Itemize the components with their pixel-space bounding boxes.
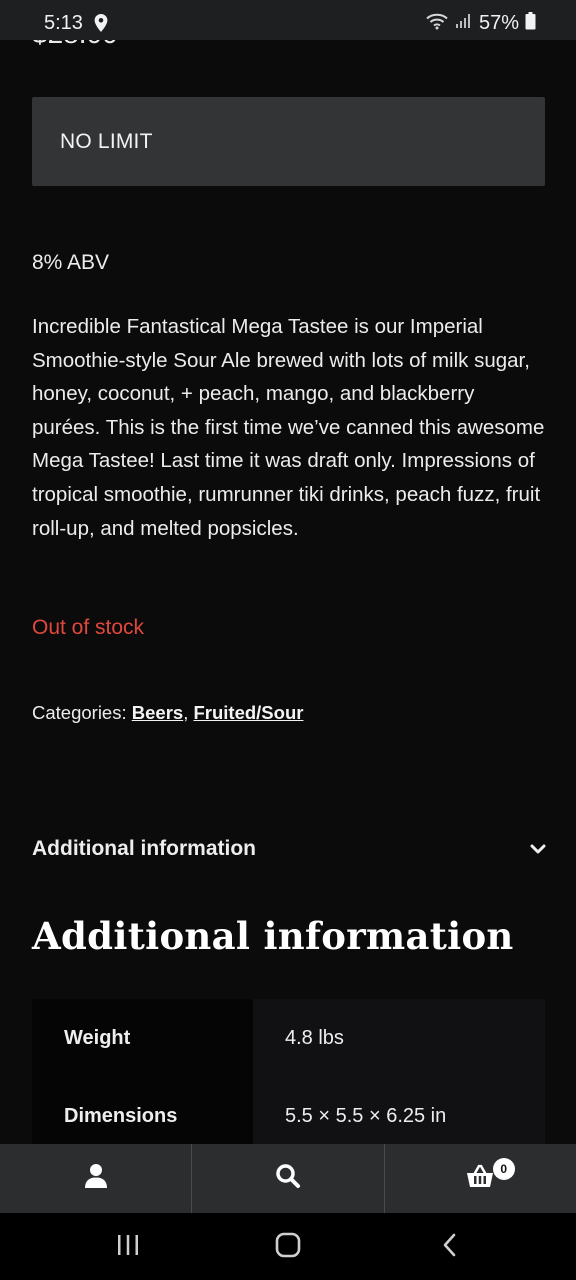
status-indicators: 57% bbox=[425, 12, 536, 35]
search-icon bbox=[275, 1163, 301, 1194]
quantity-limit-text: NO LIMIT bbox=[60, 130, 153, 153]
table-row: Weight 4.8 lbs bbox=[32, 999, 545, 1077]
attribute-label: Weight bbox=[32, 999, 253, 1077]
product-categories: Categories: Beers, Fruited/Sour bbox=[32, 702, 303, 724]
table-row: Dimensions 5.5 × 5.5 × 6.25 in bbox=[32, 1077, 545, 1144]
attribute-value: 4.8 lbs bbox=[253, 999, 545, 1077]
account-button[interactable] bbox=[0, 1144, 191, 1213]
additional-info-heading: Additional information bbox=[32, 914, 514, 958]
attribute-label: Dimensions bbox=[32, 1077, 253, 1144]
category-link-fruited-sour[interactable]: Fruited/Sour bbox=[193, 702, 303, 723]
accordion-label: Additional information bbox=[32, 837, 256, 860]
battery-percent: 57% bbox=[478, 12, 519, 34]
categories-separator: , bbox=[183, 702, 189, 723]
cart-count-badge: 0 bbox=[492, 1158, 515, 1180]
attributes-table: Weight 4.8 lbs Dimensions 5.5 × 5.5 × 6.… bbox=[32, 999, 545, 1144]
cart-icon bbox=[466, 1164, 494, 1193]
location-icon bbox=[94, 14, 108, 37]
status-time: 5:13 bbox=[44, 12, 83, 34]
additional-info-accordion[interactable]: Additional information bbox=[32, 834, 546, 874]
stock-status: Out of stock bbox=[32, 616, 145, 639]
search-button[interactable] bbox=[191, 1144, 383, 1213]
signal-icon bbox=[455, 13, 473, 34]
product-abv: 8% ABV bbox=[32, 251, 110, 274]
bottom-nav: 0 bbox=[0, 1144, 576, 1213]
quantity-limit-box: NO LIMIT bbox=[32, 97, 545, 186]
status-bar: 5:13 57% bbox=[0, 0, 576, 40]
wifi-icon bbox=[425, 12, 449, 35]
system-nav-bar bbox=[0, 1213, 576, 1280]
product-description: Incredible Fantastical Mega Tastee is ou… bbox=[32, 315, 545, 540]
attribute-value: 5.5 × 5.5 × 6.25 in bbox=[253, 1077, 545, 1144]
chevron-down-icon bbox=[530, 842, 546, 860]
battery-icon bbox=[525, 12, 536, 35]
user-icon bbox=[84, 1163, 108, 1194]
home-icon[interactable] bbox=[274, 1231, 302, 1264]
category-link-beers[interactable]: Beers bbox=[132, 702, 183, 723]
product-content: $28.00 NO LIMIT 8% ABV Incredible Fantas… bbox=[0, 40, 576, 1144]
product-price: $28.00 bbox=[32, 40, 118, 50]
categories-label: Categories: bbox=[32, 702, 127, 723]
cart-button[interactable]: 0 bbox=[383, 1144, 576, 1213]
recent-apps-icon[interactable] bbox=[115, 1231, 141, 1264]
back-icon[interactable] bbox=[438, 1231, 462, 1264]
